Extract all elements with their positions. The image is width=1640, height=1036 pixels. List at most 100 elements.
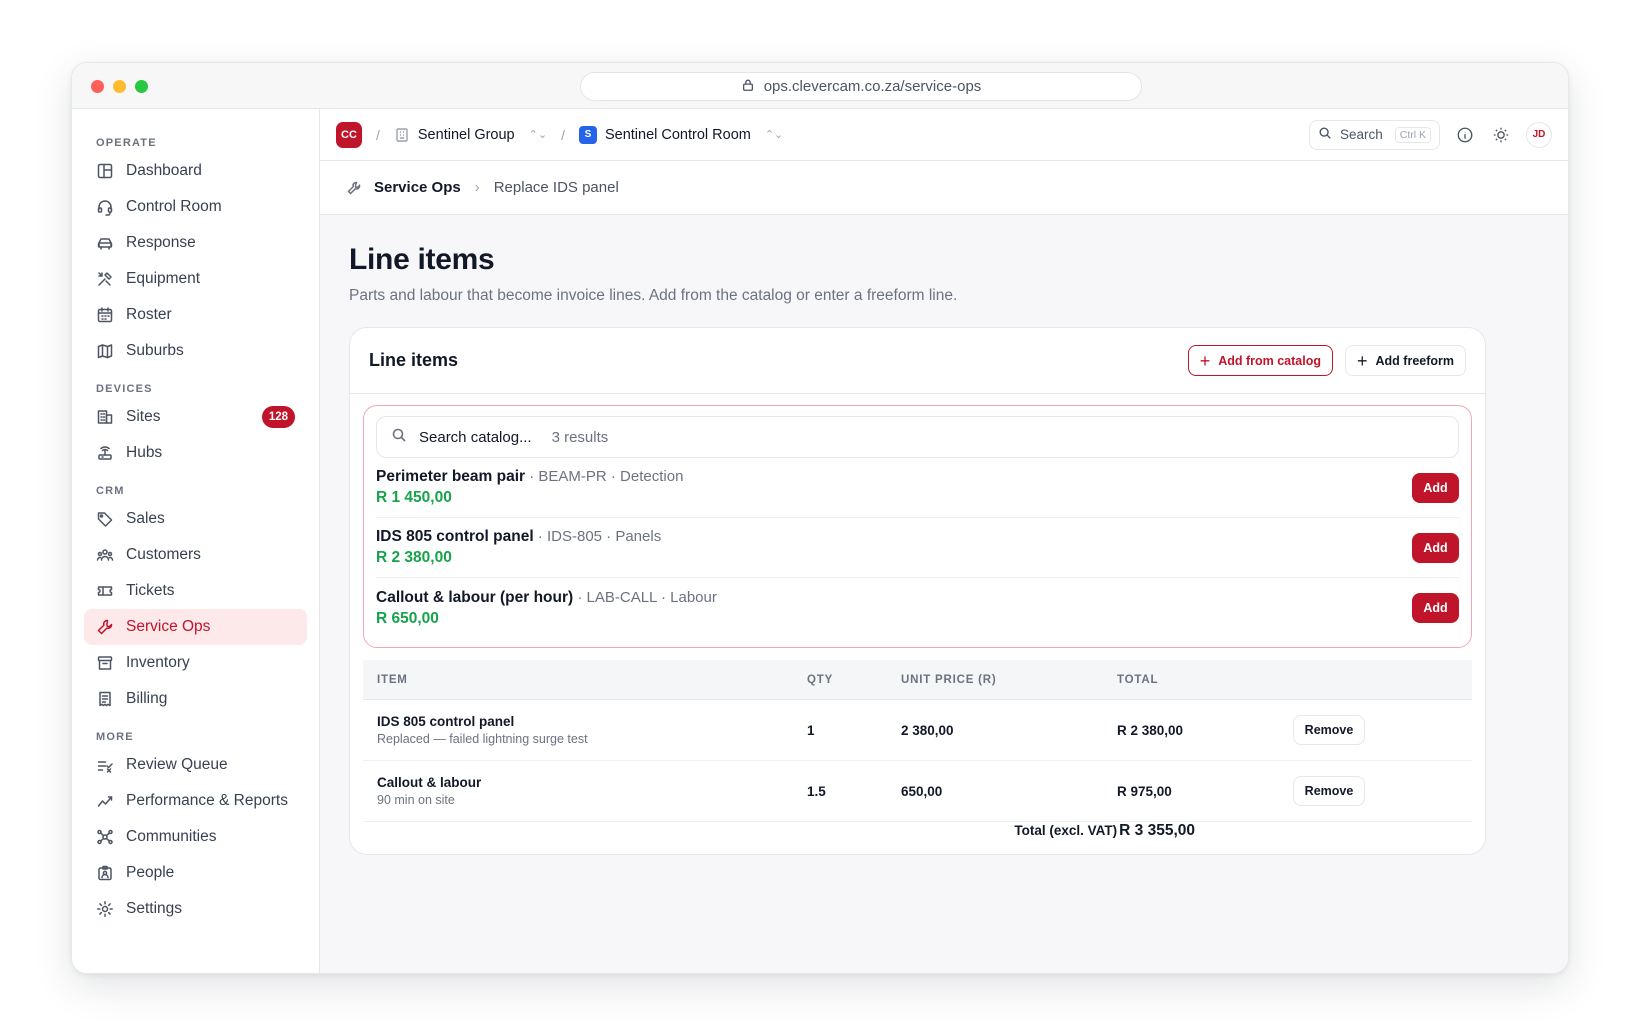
- sidebar-item-performance-reports[interactable]: Performance & Reports: [84, 783, 307, 819]
- url-text: ops.clevercam.co.za/service-ops: [763, 78, 982, 95]
- line-item-qty[interactable]: 1: [807, 723, 901, 738]
- header-qty: QTY: [807, 673, 834, 686]
- avatar[interactable]: JD: [1526, 121, 1552, 148]
- sidebar-item-label: Customers: [126, 546, 201, 563]
- sidebar-item-sales[interactable]: Sales: [84, 501, 307, 537]
- minimize-window-dot[interactable]: [113, 80, 126, 93]
- tools-icon: [96, 270, 114, 288]
- sidebar-item-label: Response: [126, 234, 196, 251]
- maximize-window-dot[interactable]: [135, 80, 148, 93]
- catalog-result-row: Perimeter beam pair · BEAM-PR · Detectio…: [376, 458, 1459, 518]
- line-item-qty[interactable]: 1.5: [807, 784, 901, 799]
- sidebar-item-service-ops[interactable]: Service Ops: [84, 609, 307, 645]
- id-badge-icon: [96, 864, 114, 882]
- sidebar-item-label: Communities: [126, 828, 217, 845]
- catalog-search-input[interactable]: Search catalog... 3 results: [376, 416, 1459, 458]
- sidebar-item-label: Tickets: [126, 582, 175, 599]
- sidebar-item-billing[interactable]: Billing: [84, 681, 307, 717]
- map-icon: [96, 342, 114, 360]
- sidebar-item-tickets[interactable]: Tickets: [84, 573, 307, 609]
- catalog-item-meta: · BEAM-PR · Detection: [525, 468, 684, 485]
- remove-line-button[interactable]: Remove: [1293, 715, 1365, 745]
- org-badge[interactable]: CC: [336, 121, 362, 148]
- org-selector[interactable]: Sentinel Group ⌃⌄: [394, 127, 547, 143]
- sidebar-section-label: CRM: [96, 485, 125, 497]
- count-badge: 128: [261, 406, 295, 428]
- building-icon: [96, 408, 114, 426]
- remove-line-button[interactable]: Remove: [1293, 776, 1365, 806]
- router-icon: [96, 444, 114, 462]
- chevron-right-icon: ›: [474, 179, 480, 196]
- line-item-unit-price[interactable]: 2 380,00: [901, 723, 1117, 738]
- sidebar-item-label: Sites: [126, 408, 161, 425]
- topbar: CC / Sentinel Group ⌃⌄ / S Sentinel Cont…: [320, 109, 1568, 161]
- control-room-selector[interactable]: S Sentinel Control Room ⌃⌄: [578, 125, 783, 144]
- sidebar-item-label: Service Ops: [126, 618, 211, 635]
- room-badge: S: [578, 125, 597, 144]
- sidebar-item-sites[interactable]: Sites 128: [84, 399, 307, 435]
- close-window-dot[interactable]: [91, 80, 104, 93]
- address-bar[interactable]: ops.clevercam.co.za/service-ops: [580, 72, 1142, 101]
- sidebar-item-inventory[interactable]: Inventory: [84, 645, 307, 681]
- breadcrumb-current: Replace IDS panel: [493, 179, 619, 196]
- total-label: Total (excl. VAT): [1014, 823, 1118, 838]
- breadcrumb-service-ops[interactable]: Service Ops: [374, 179, 461, 196]
- ticket-icon: [96, 582, 114, 600]
- add-catalog-item-button[interactable]: Add: [1412, 472, 1459, 503]
- header-item: ITEM: [377, 673, 408, 686]
- plus-icon: +: [1357, 350, 1368, 371]
- sidebar-item-label: Billing: [126, 690, 168, 707]
- sidebar-item-dashboard[interactable]: Dashboard: [84, 153, 307, 189]
- wrench-icon: [346, 180, 362, 196]
- sun-icon[interactable]: [1490, 124, 1512, 146]
- global-search-button[interactable]: Search Ctrl K: [1309, 119, 1440, 150]
- add-freeform-button[interactable]: + Add freeform: [1345, 345, 1466, 376]
- sidebar-item-roster[interactable]: Roster: [84, 297, 307, 333]
- catalog-item-meta: · IDS-805 · Panels: [533, 528, 662, 545]
- sidebar-section-label: OPERATE: [96, 137, 157, 149]
- page-title: Line items: [349, 243, 495, 276]
- add-from-catalog-button[interactable]: + Add from catalog: [1187, 345, 1333, 376]
- catalog-result-row: Callout & labour (per hour) · LAB-CALL ·…: [376, 578, 1459, 638]
- catalog-item-name: IDS 805 control panel: [376, 528, 534, 545]
- sidebar-item-communities[interactable]: Communities: [84, 819, 307, 855]
- total-value: R 3 355,00: [1119, 822, 1195, 839]
- lock-icon: [741, 78, 755, 96]
- sidebar-item-hubs[interactable]: Hubs: [84, 435, 307, 471]
- main-area: CC / Sentinel Group ⌃⌄ / S Sentinel Cont…: [320, 109, 1568, 973]
- line-item-total: R 975,00: [1117, 783, 1172, 799]
- sidebar-item-settings[interactable]: Settings: [84, 891, 307, 927]
- add-freeform-label: Add freeform: [1375, 353, 1454, 368]
- sidebar-section-label: DEVICES: [96, 383, 153, 395]
- catalog-item-meta: · LAB-CALL · Labour: [573, 588, 717, 606]
- sidebar-item-equipment[interactable]: Equipment: [84, 261, 307, 297]
- card-header: Line items + Add from catalog + Add free…: [350, 328, 1485, 394]
- sidebar-item-label: Sales: [126, 510, 165, 527]
- sidebar-item-control-room[interactable]: Control Room: [84, 189, 307, 225]
- totals-row: Total (excl. VAT) R 3 355,00: [1014, 822, 1195, 840]
- org-name: Sentinel Group: [417, 126, 515, 143]
- table-row: IDS 805 control panel Replaced — failed …: [363, 700, 1472, 761]
- browser-titlebar: ops.clevercam.co.za/service-ops: [72, 63, 1568, 109]
- sidebar-item-label: Hubs: [126, 444, 163, 461]
- catalog-result-count: 3 results: [551, 428, 609, 446]
- line-item-unit-price[interactable]: 650,00: [901, 784, 1117, 799]
- catalog-item-price: R 650,00: [376, 609, 439, 627]
- sidebar-item-suburbs[interactable]: Suburbs: [84, 333, 307, 369]
- sidebar-item-response[interactable]: Response: [84, 225, 307, 261]
- sidebar-item-people[interactable]: People: [84, 855, 307, 891]
- sidebar-section-label: MORE: [96, 731, 134, 743]
- receipt-icon: [96, 690, 114, 708]
- browser-window: ops.clevercam.co.za/service-ops OPERATE D…: [71, 62, 1569, 974]
- sidebar-item-review-queue[interactable]: Review Queue: [84, 747, 307, 783]
- line-item-total: R 2 380,00: [1117, 722, 1184, 738]
- add-catalog-item-button[interactable]: Add: [1412, 532, 1459, 563]
- plus-icon: +: [1199, 350, 1211, 371]
- info-icon[interactable]: [1454, 124, 1476, 146]
- add-catalog-item-button[interactable]: Add: [1412, 593, 1459, 623]
- line-item-name: Callout & labour: [377, 775, 482, 790]
- sidebar-item-customers[interactable]: Customers: [84, 537, 307, 573]
- line-items-card: Line items + Add from catalog + Add free…: [349, 327, 1486, 855]
- network-icon: [96, 828, 114, 846]
- users-icon: [96, 546, 114, 564]
